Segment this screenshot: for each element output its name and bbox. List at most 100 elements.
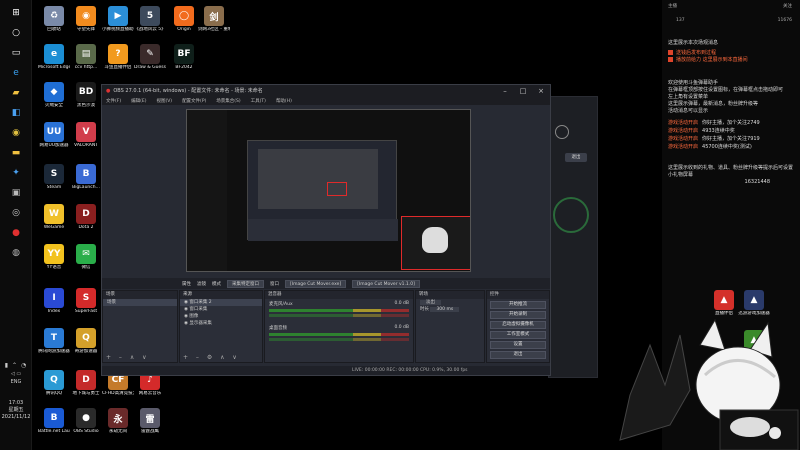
desktop-icon[interactable]: ◆ 火绒安全: [38, 82, 70, 109]
edge-icon[interactable]: e: [8, 66, 24, 80]
desktop-icon[interactable]: BD 黑色沙漠: [70, 82, 102, 109]
source-item[interactable]: ◉ 显示器采集: [180, 320, 262, 327]
desktop-icon[interactable]: T 腾讯网游加速器: [38, 328, 70, 355]
obs-icon[interactable]: ●: [8, 226, 24, 240]
desktop-icon-label: OBS Studio: [73, 429, 99, 434]
desktop-icon[interactable]: D Dota 2: [70, 204, 102, 231]
menu-tools[interactable]: 工具(T): [251, 98, 266, 104]
tray-language[interactable]: ENG: [0, 378, 32, 386]
stat-anchor-value: 137: [676, 18, 685, 23]
desktop-icon[interactable]: 雷雷霆战鹰: [134, 408, 166, 435]
desktop-icon[interactable]: S SuperFast: [70, 288, 102, 315]
properties-button[interactable]: 属性: [182, 281, 191, 287]
desktop-icon[interactable]: D 地下城与勇士: [70, 370, 102, 397]
source-item[interactable]: ◉ 图像: [180, 313, 262, 320]
minimize-icon[interactable]: –: [496, 87, 514, 95]
desktop-icon[interactable]: ● OBS Studio: [70, 408, 102, 435]
window-select-2[interactable]: [Image Cut Mover v1.1.0]: [352, 279, 420, 288]
desktop-icon[interactable]: 5 《战地风云 5》: [134, 6, 166, 33]
desktop-icon[interactable]: ✉ 微信: [70, 244, 102, 271]
task-view-icon[interactable]: ▭: [8, 46, 24, 60]
desktop-icon[interactable]: ▤ ccv http...: [70, 44, 102, 71]
qq-icon: Q: [44, 370, 64, 390]
chrome-icon[interactable]: ◉: [8, 126, 24, 140]
chat-line: 这里展示弹幕，最新消息，粉丝牌升级等: [668, 101, 759, 107]
desktop-icon[interactable]: V VALORANT: [70, 122, 102, 149]
gift-line: 游戏活动开启 45700连续中奖(测试): [662, 143, 800, 151]
menu-profile[interactable]: 配置文件(P): [182, 98, 206, 104]
studio-mode-button[interactable]: 工作室模式: [490, 331, 546, 339]
virtual-camera-button[interactable]: 启动虚拟摄像机: [490, 321, 546, 329]
transition-type[interactable]: 淡出: [416, 299, 484, 306]
settings-icon[interactable]: ✦: [8, 166, 24, 180]
desktop-icon[interactable]: W WeGame: [38, 204, 70, 231]
app-bell-icon[interactable]: [555, 125, 569, 139]
source-item[interactable]: ◉ 窗口采集 2: [180, 299, 262, 306]
app-icon[interactable]: ▣: [8, 186, 24, 200]
volume-slider[interactable]: [269, 314, 409, 317]
tray-volume-icon[interactable]: ◁ ▭: [0, 370, 32, 378]
desktop-icon[interactable]: ▶小狮视频直播助手: [102, 6, 134, 33]
wegame-icon[interactable]: ◍: [8, 246, 24, 260]
steam-icon[interactable]: ◎: [8, 206, 24, 220]
menu-edit[interactable]: 编辑(E): [131, 98, 146, 104]
desktop-icon[interactable]: B BigLaunch...: [70, 164, 102, 191]
file-explorer-icon[interactable]: ▰: [8, 86, 24, 100]
panel-app-shortcut[interactable]: ▲ 迅游游戏加速器: [738, 290, 770, 317]
desktop-icon[interactable]: S Steam: [38, 164, 70, 191]
scene-item[interactable]: 场景: [103, 299, 177, 306]
obs-title-bar[interactable]: ● OBS 27.0.1 (64-bit, windows) - 配置文件: 未…: [102, 85, 550, 96]
desktop-icon[interactable]: ✎ Draw & Guess: [134, 44, 166, 71]
source-item[interactable]: ◉ 窗口采集: [180, 306, 262, 313]
desktop-icon[interactable]: Q 腾讯QQ: [38, 370, 70, 397]
folder-icon[interactable]: ▬: [8, 146, 24, 160]
gift-line: 游戏活动开启 你好主播，加个关注7919: [662, 135, 800, 143]
desktop-icon[interactable]: ♻ 回收站: [38, 6, 70, 33]
panel-gap: [662, 24, 800, 40]
start-streaming-button[interactable]: 开始推流: [490, 301, 546, 309]
desktop-icon[interactable]: Q 奇游加速器: [70, 328, 102, 355]
settings-button[interactable]: 设置: [490, 341, 546, 349]
desktop-icon[interactable]: ? 斗鱼直播伴侣: [102, 44, 134, 71]
store-icon[interactable]: ◧: [8, 106, 24, 120]
desktop-icon[interactable]: UU 网易UU加速器: [38, 122, 70, 149]
search-icon[interactable]: ○: [8, 26, 24, 40]
window-select[interactable]: [Image Cut Mover.exe]: [285, 279, 347, 288]
desktop-icon[interactable]: BBattle.net Launcher...: [38, 408, 70, 435]
taskbar-clock[interactable]: 17:03 星期五 2021/11/12: [0, 400, 32, 421]
sources-toolbar[interactable]: + – ⚙ ∧ ∨: [180, 354, 262, 362]
desktop-icon[interactable]: ◯ Origin: [168, 6, 200, 33]
desktop-icon[interactable]: e Microsoft Edge: [38, 44, 70, 71]
scenes-toolbar[interactable]: + – ∧ ∨: [103, 354, 177, 362]
menu-scene-collection[interactable]: 场景集合(S): [216, 98, 240, 104]
chat-line: 在弹幕框顶部按住设置图标，在弹幕框点击拖动即可: [668, 87, 784, 93]
exit-button[interactable]: 退出: [490, 351, 546, 359]
desktop-icon[interactable]: 剑剑网3社区 - 重制...: [198, 6, 230, 33]
maximize-icon[interactable]: □: [514, 87, 532, 95]
desktop-icon[interactable]: ◉ 守望先锋: [70, 6, 102, 33]
duration-input[interactable]: 300 ms: [430, 307, 460, 312]
windows-icon[interactable]: ⊞: [8, 6, 24, 20]
background-app-window[interactable]: 退出: [548, 96, 598, 378]
filters-button[interactable]: 滤镜: [197, 281, 206, 287]
menu-file[interactable]: 文件(F): [106, 98, 121, 104]
obs-preview[interactable]: [186, 109, 471, 272]
bf2042-icon: BF: [174, 44, 194, 64]
bg-window-button[interactable]: 退出: [565, 153, 587, 162]
menu-help[interactable]: 帮助(H): [276, 98, 292, 104]
desktop-icon[interactable]: 永永劫无间: [102, 408, 134, 435]
desktop-icon[interactable]: I Index: [38, 288, 70, 315]
mode-select[interactable]: 采集特定窗口: [227, 279, 264, 288]
desktop-icon[interactable]: YY YY语音: [38, 244, 70, 271]
menu-view[interactable]: 视图(V): [156, 98, 172, 104]
preview-selected-source[interactable]: [401, 216, 470, 270]
desktop-icon[interactable]: BF BF2042: [168, 44, 200, 71]
obs-window[interactable]: ● OBS 27.0.1 (64-bit, windows) - 配置文件: 未…: [101, 84, 551, 376]
transition-type-select[interactable]: 淡出: [420, 300, 441, 305]
start-recording-button[interactable]: 开始录制: [490, 311, 546, 319]
tray-icons[interactable]: ▮ ⌃ ◔: [0, 362, 32, 370]
volume-slider[interactable]: [269, 338, 409, 341]
panel-app-shortcut[interactable]: ▲ 直播伴侣: [708, 290, 740, 317]
obs-title: OBS 27.0.1 (64-bit, windows) - 配置文件: 未命名…: [113, 88, 263, 94]
close-icon[interactable]: ×: [532, 87, 550, 95]
